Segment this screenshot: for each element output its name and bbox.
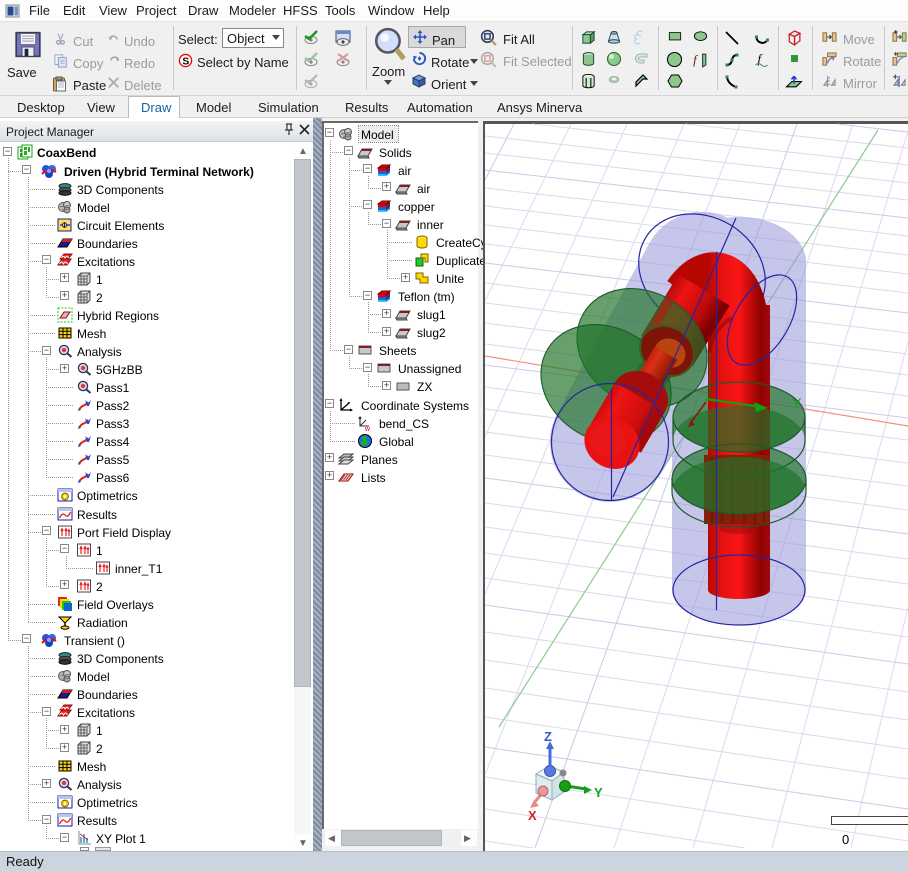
svg-text:f: f xyxy=(693,53,699,67)
svg-text:0: 0 xyxy=(842,832,849,847)
svg-text:Y: Y xyxy=(594,785,603,800)
svg-text:Z: Z xyxy=(544,729,552,744)
svg-text:Y: Y xyxy=(792,395,802,411)
svg-text:X: X xyxy=(528,808,537,823)
